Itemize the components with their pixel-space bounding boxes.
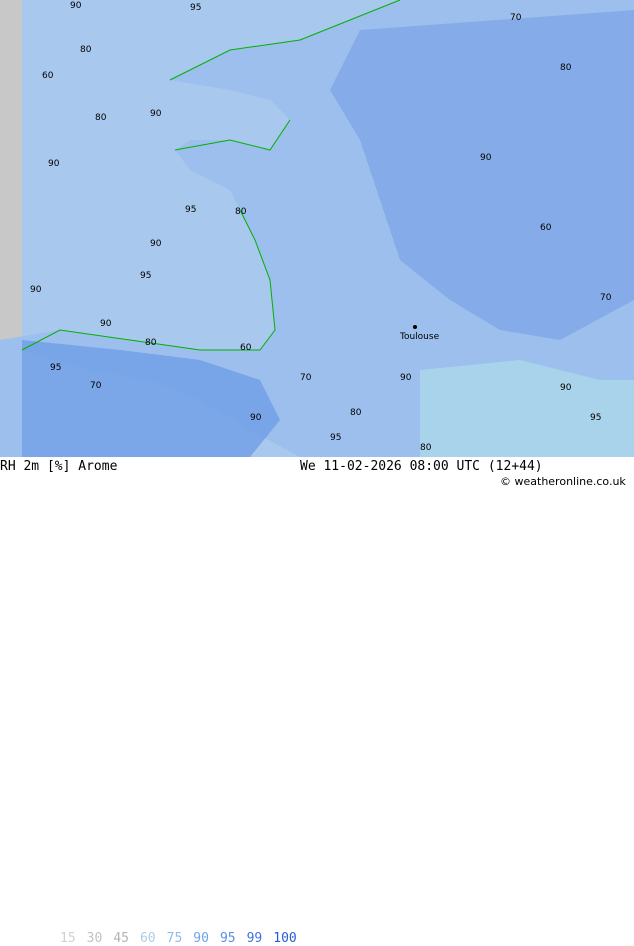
contour-label: 80	[80, 45, 92, 55]
footer: RH 2m [%] Arome We 11-02-2026 08:00 UTC …	[0, 457, 634, 946]
valid-datetime: We 11-02-2026 08:00 UTC (12+44)	[300, 459, 543, 474]
contour-label: 80	[235, 207, 247, 217]
city-marker	[413, 325, 417, 329]
contour-label: 90	[150, 109, 162, 119]
contour-label: 80	[95, 113, 107, 123]
contour-label: 90	[150, 239, 162, 249]
contour-label: 95	[140, 271, 151, 281]
legend-item: 45	[113, 931, 129, 946]
contour-label: 90	[250, 413, 262, 423]
contour-label: 95	[330, 433, 341, 443]
color-legend: 15 30 45 60 75 90 95 99 100	[60, 931, 308, 946]
legend-item: 15	[60, 931, 76, 946]
variable-title: RH 2m [%] Arome	[0, 459, 118, 474]
contour-label: 90	[100, 319, 112, 329]
contour-label: 90	[480, 153, 492, 163]
legend-item: 90	[193, 931, 209, 946]
contour-label: 80	[420, 443, 432, 453]
legend-item: 99	[246, 931, 263, 946]
contour-label: 90	[560, 383, 572, 393]
contour-label: 95	[590, 413, 601, 423]
legend-item: 95	[219, 931, 236, 946]
contour-label: 80	[145, 338, 157, 348]
contour-label: 70	[300, 373, 312, 383]
city-label: Toulouse	[399, 332, 440, 342]
contour-label: 60	[240, 343, 252, 353]
credit-link[interactable]: © weatheronline.co.uk	[500, 475, 626, 488]
contour-label: 60	[42, 71, 54, 81]
legend-item: 100	[273, 931, 297, 946]
contour-label: 95	[50, 363, 61, 373]
contour-label: 90	[48, 159, 60, 169]
contour-label: 70	[90, 381, 102, 391]
contour-label: 95	[185, 205, 196, 215]
contour-label: 95	[190, 3, 201, 13]
contour-label: 90	[400, 373, 412, 383]
contour-label: 90	[70, 1, 82, 11]
legend-item: 75	[166, 931, 183, 946]
legend-item: 60	[139, 931, 156, 946]
legend-item: 30	[86, 931, 103, 946]
contour-label: 90	[30, 285, 42, 295]
rh-map: 90 95 80 60 80 90 90 95 80 90 95 90 90 80 95 70 60 70 80 90…	[0, 0, 634, 457]
contour-label: 70	[600, 293, 612, 303]
contour-label: 80	[350, 408, 362, 418]
contour-label: 70	[510, 13, 522, 23]
contour-label: 60	[540, 223, 552, 233]
contour-label: 80	[560, 63, 572, 73]
